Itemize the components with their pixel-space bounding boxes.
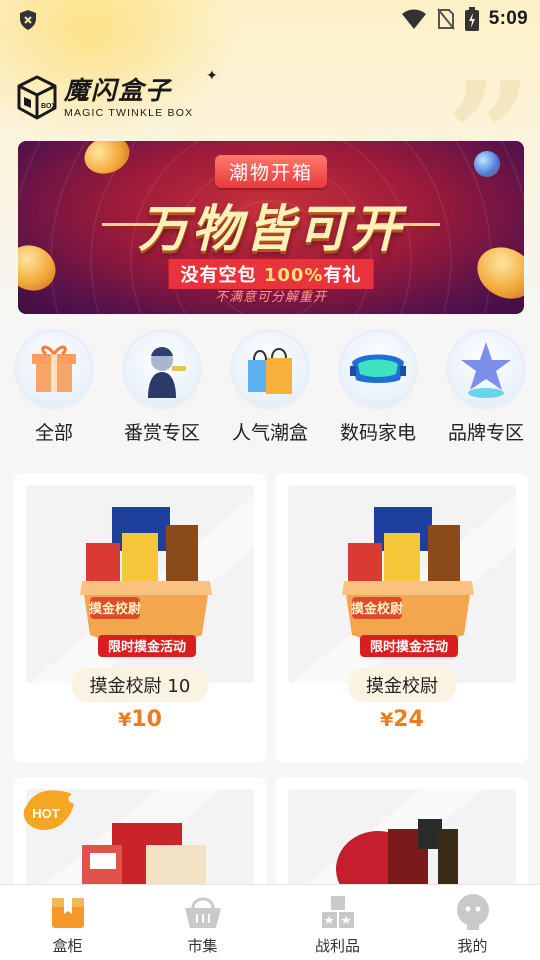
nav-item-market[interactable]: 市集	[135, 885, 270, 960]
svg-text:限时摸金活动: 限时摸金活动	[108, 639, 186, 655]
app-logo: BOX 魔闪盒子 MAGIC TWINKLE BOX ✦	[16, 68, 218, 124]
shield-x-icon	[20, 10, 36, 30]
svg-text:限时摸金活动: 限时摸金活动	[370, 639, 448, 655]
promo-banner[interactable]: 潮物开箱 万物皆可开 没有空包 100%有礼 不满意可分解重开	[18, 141, 524, 314]
logo-subtitle: MAGIC TWINKLE BOX	[64, 107, 194, 119]
category-row: 全部 番赏专区 人气潮盒 数码家电 品牌专区	[0, 328, 540, 448]
banner-subtitle: 没有空包 100%有礼	[168, 259, 374, 289]
category-brand[interactable]: 品牌专区	[432, 328, 540, 445]
planet-icon	[474, 151, 500, 177]
hot-badge: HOT	[23, 790, 74, 830]
vr-headset-icon	[350, 354, 406, 383]
box-cabinet-icon	[51, 898, 84, 928]
category-bounty[interactable]: 番赏专区	[108, 328, 216, 445]
battery-charging-icon	[464, 7, 479, 31]
box-logo-icon: BOX	[17, 75, 57, 120]
nav-item-profile[interactable]: 我的	[405, 885, 540, 960]
banner-tag: 潮物开箱	[214, 155, 328, 188]
nav-item-loot[interactable]: 战利品	[270, 885, 405, 960]
mystery-box-illustration: 摸金校尉 限时摸金活动	[80, 507, 212, 657]
star-trophy-icon	[461, 342, 511, 398]
nav-label: 市集	[187, 937, 218, 955]
status-bar: 5:09	[0, 0, 540, 38]
product-card[interactable]: 摸金校尉 限时摸金活动 摸金校尉 10 ¥10	[14, 473, 266, 763]
nav-label: 我的	[457, 937, 488, 955]
svg-text:BOX: BOX	[41, 103, 57, 110]
bottom-nav: 盒柜 市集 战利品 我的	[0, 884, 540, 960]
banner-note: 不满意可分解重开	[214, 290, 327, 305]
category-all[interactable]: 全部	[0, 328, 108, 445]
trophy-boxes-icon	[321, 896, 354, 928]
svg-text:摸金校尉: 摸金校尉	[89, 601, 141, 617]
product-card[interactable]: 摸金校尉 限时摸金活动 摸金校尉 ¥24	[276, 473, 528, 763]
svg-text:摸金校尉: 摸金校尉	[351, 601, 403, 617]
product-image: 摸金校尉 限时摸金活动	[26, 485, 254, 683]
category-label: 数码家电	[339, 422, 416, 444]
nav-item-cabinet[interactable]: 盒柜	[0, 885, 135, 960]
product-card[interactable]	[276, 777, 528, 897]
nav-label: 战利品	[314, 937, 360, 955]
product-name: 摸金校尉	[348, 668, 456, 702]
nav-label: 盒柜	[52, 937, 83, 955]
category-label: 全部	[34, 422, 73, 444]
category-digital[interactable]: 数码家电	[324, 328, 432, 445]
category-label: 人气潮盒	[231, 422, 308, 444]
category-label: 品牌专区	[447, 422, 524, 444]
product-name: 摸金校尉 10	[71, 668, 209, 702]
mystery-box-illustration: 摸金校尉 限时摸金活动	[342, 507, 474, 657]
sparkle-icon: ✦	[206, 68, 218, 84]
liquor-gift-illustration	[336, 819, 458, 897]
gift-box-icon	[32, 345, 76, 392]
clock: 5:09	[488, 8, 528, 29]
wifi-icon	[401, 9, 426, 29]
product-price: ¥24	[380, 707, 424, 732]
category-popular[interactable]: 人气潮盒	[216, 328, 324, 445]
category-label: 番赏专区	[123, 422, 200, 444]
product-image: 摸金校尉 限时摸金活动	[288, 485, 516, 683]
profile-icon	[456, 894, 489, 930]
basket-icon	[184, 897, 221, 928]
product-image	[288, 789, 516, 897]
figure-icon	[148, 347, 186, 398]
logo-title: 魔闪盒子	[64, 76, 173, 105]
product-price: ¥10	[118, 707, 162, 732]
shopping-bag-icon	[248, 348, 292, 394]
svg-text:HOT: HOT	[32, 806, 60, 821]
no-sim-icon	[436, 8, 455, 30]
banner-title: 万物皆可开	[138, 200, 404, 258]
